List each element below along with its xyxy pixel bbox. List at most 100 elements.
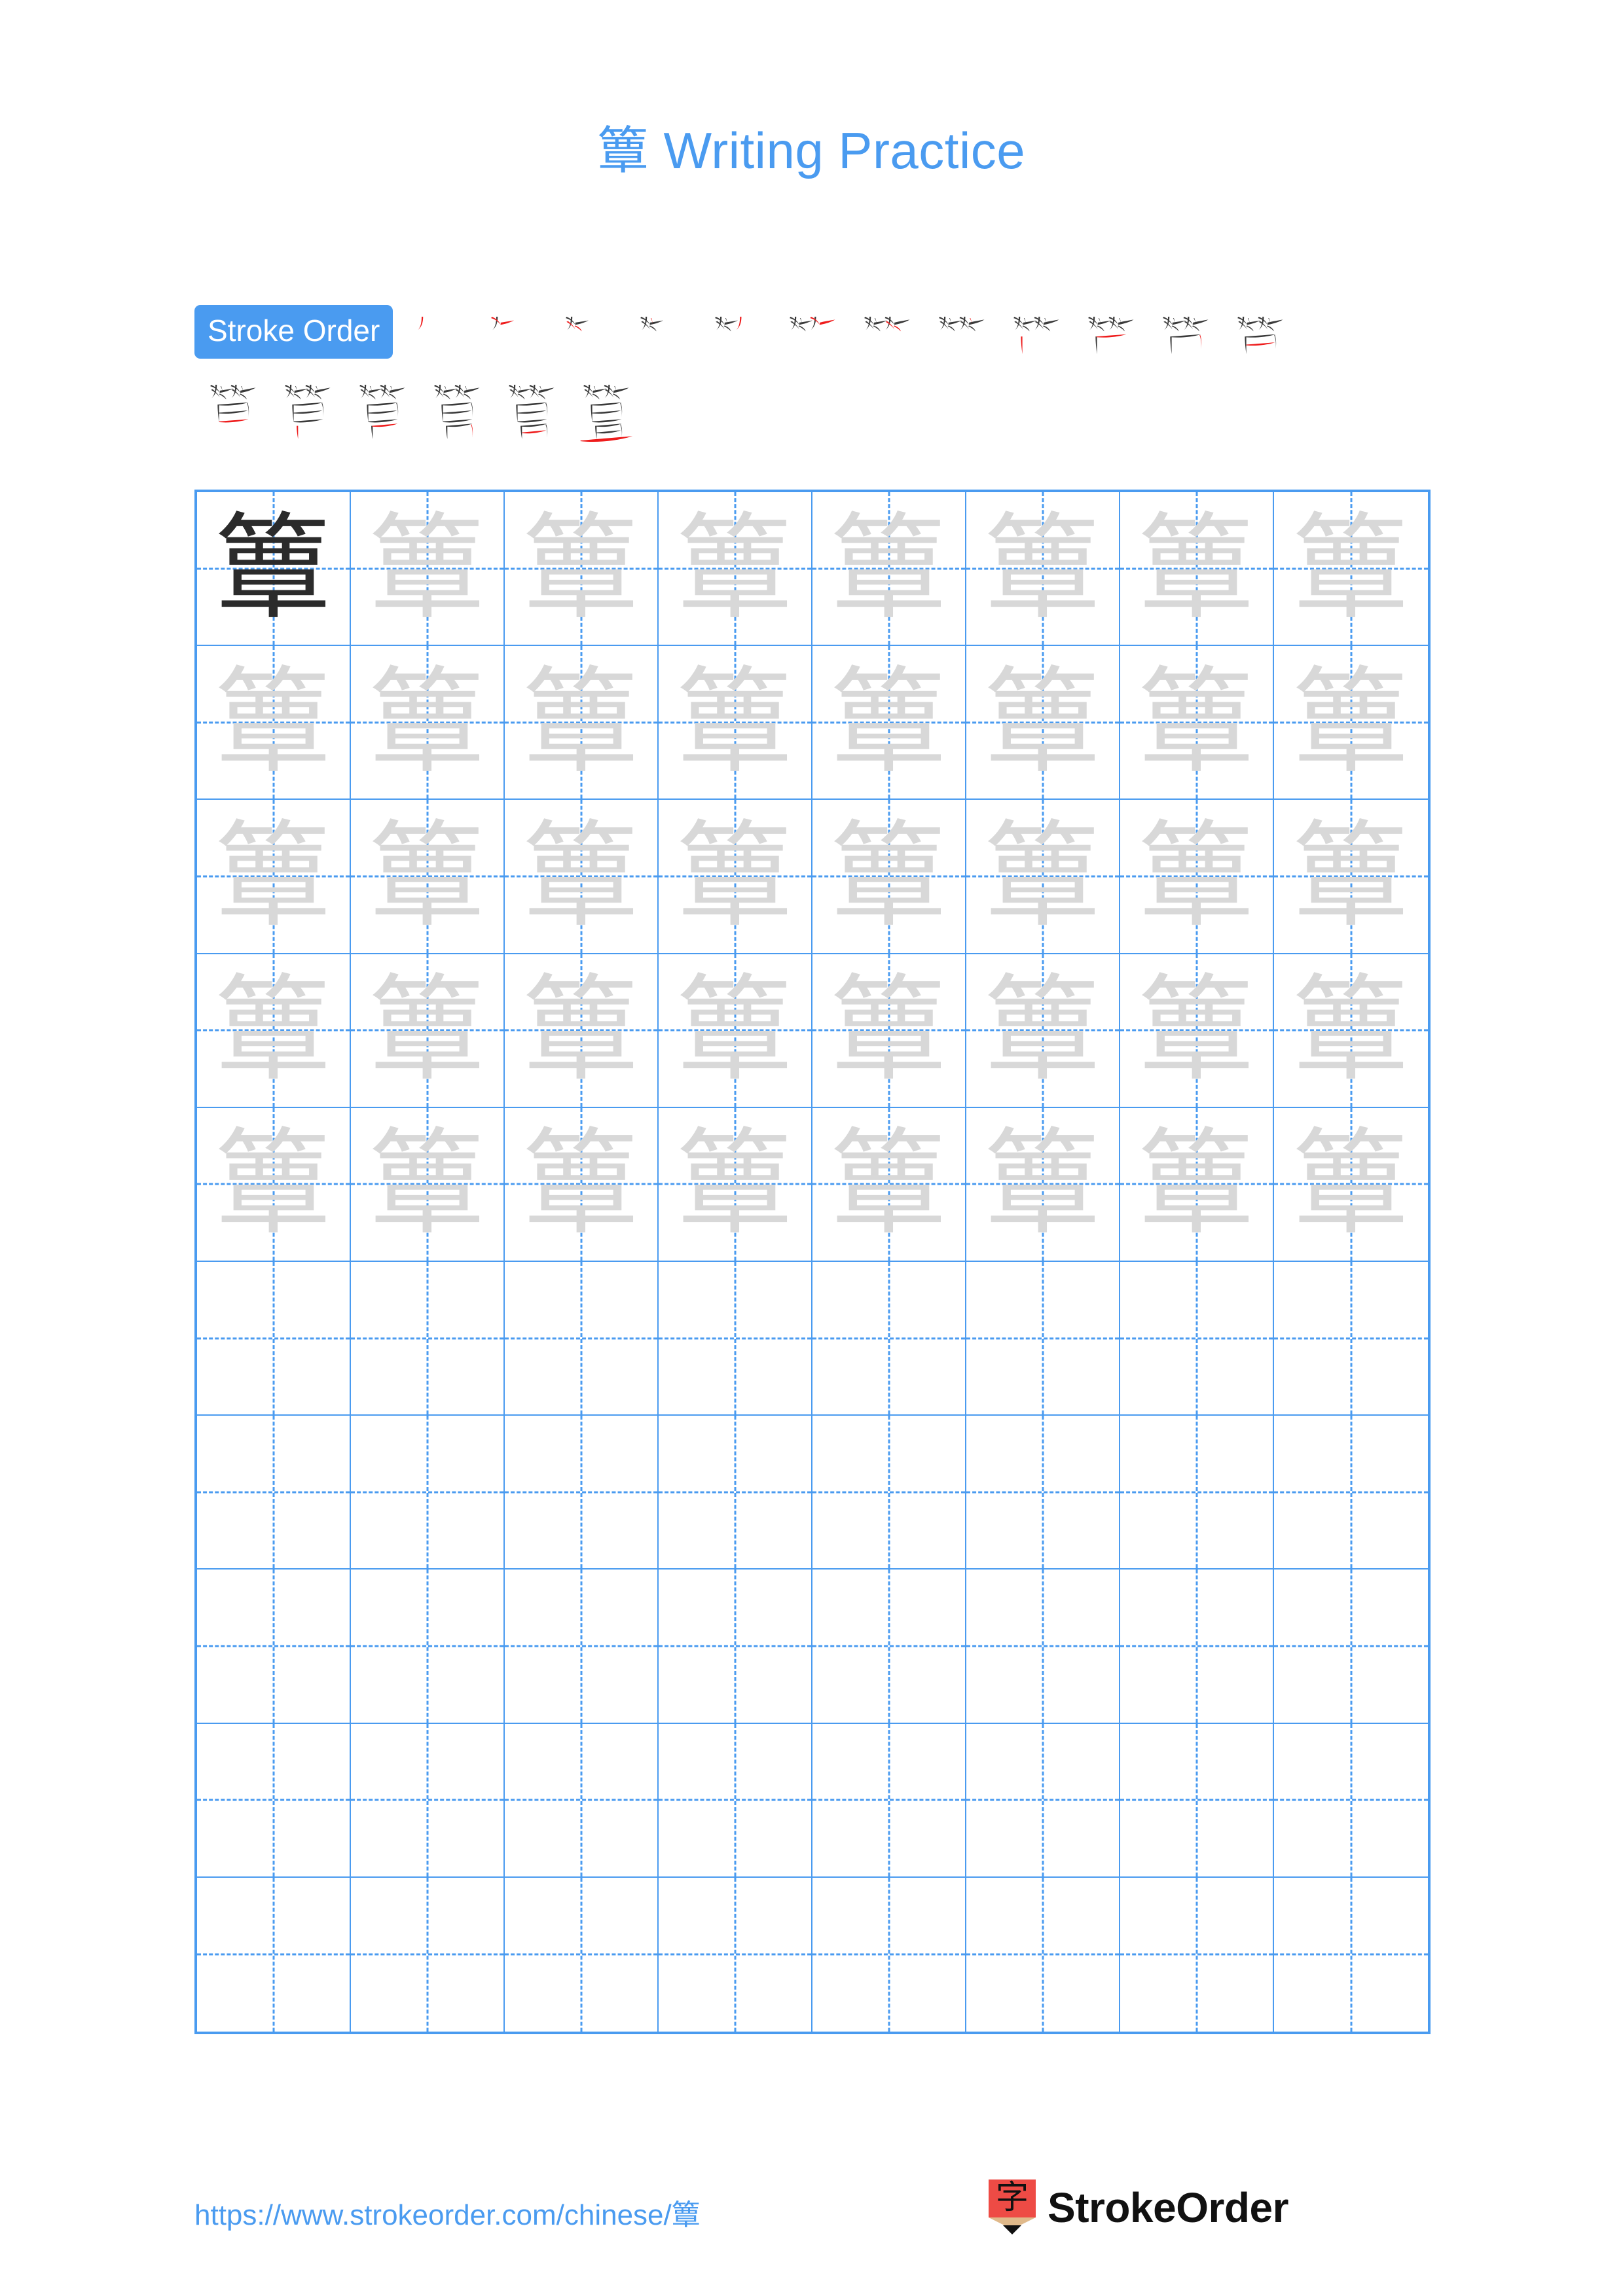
- practice-cell-r3-c5[interactable]: 簟: [812, 800, 966, 954]
- footer-logo[interactable]: 字 StrokeOrder: [989, 2178, 1288, 2236]
- practice-cell-r9-c8[interactable]: [1274, 1724, 1428, 1878]
- practice-cell-r10-c5[interactable]: [812, 1877, 966, 2032]
- practice-cell-r10-c8[interactable]: [1274, 1878, 1428, 2032]
- practice-cell-r7-c6[interactable]: [966, 1416, 1120, 1570]
- practice-cell-r6-c3[interactable]: [505, 1261, 659, 1416]
- practice-cell-r5-c1[interactable]: 簟: [197, 1107, 351, 1262]
- practice-cell-r4-c7[interactable]: 簟: [1120, 954, 1274, 1108]
- practice-cell-r2-c4[interactable]: 簟: [659, 646, 812, 800]
- practice-cell-r1-c7[interactable]: 簟: [1120, 492, 1274, 647]
- practice-cell-r10-c6[interactable]: [966, 1877, 1120, 2032]
- practice-cell-r6-c7[interactable]: [1120, 1261, 1274, 1416]
- practice-cell-r1-c6[interactable]: 簟: [966, 492, 1120, 647]
- practice-cell-r5-c8[interactable]: 簟: [1274, 1108, 1428, 1262]
- trace-character: 簟: [985, 963, 1101, 1098]
- practice-cell-r1-c2[interactable]: 簟: [351, 492, 505, 647]
- practice-cell-r3-c3[interactable]: 簟: [505, 800, 659, 954]
- stroke-step-2: [477, 305, 552, 378]
- practice-cell-r6-c2[interactable]: [351, 1261, 505, 1416]
- practice-cell-r4-c4[interactable]: 簟: [659, 954, 812, 1108]
- practice-cell-r2-c6[interactable]: 簟: [966, 646, 1120, 800]
- practice-cell-r7-c4[interactable]: [659, 1416, 812, 1570]
- practice-cell-r7-c1[interactable]: [197, 1416, 351, 1570]
- practice-cell-r2-c2[interactable]: 簟: [351, 646, 505, 800]
- practice-cell-r3-c6[interactable]: 簟: [966, 800, 1120, 954]
- practice-cell-r3-c4[interactable]: 簟: [659, 800, 812, 954]
- footer-url-link[interactable]: https://www.strokeorder.com/chinese/簟: [194, 2191, 701, 2233]
- practice-cell-r10-c3[interactable]: [505, 1877, 659, 2032]
- practice-cell-r6-c8[interactable]: [1274, 1262, 1428, 1416]
- page-title-character: 簟: [597, 122, 649, 181]
- stroke-step-18: [570, 373, 644, 446]
- practice-cell-r8-c7[interactable]: [1120, 1570, 1274, 1724]
- practice-cell-r7-c5[interactable]: [812, 1416, 966, 1570]
- practice-cell-r1-c5[interactable]: 簟: [812, 492, 966, 647]
- practice-cell-r2-c7[interactable]: 簟: [1120, 646, 1274, 800]
- practice-cell-r9-c4[interactable]: [659, 1723, 812, 1878]
- trace-character: 簟: [1139, 808, 1254, 943]
- practice-cell-r2-c8[interactable]: 簟: [1274, 646, 1428, 800]
- stroke-step-6: [776, 305, 850, 378]
- practice-cell-r10-c7[interactable]: [1120, 1877, 1274, 2032]
- practice-cell-r3-c8[interactable]: 簟: [1274, 800, 1428, 954]
- stroke-step-15: [346, 373, 420, 446]
- practice-cell-r4-c6[interactable]: 簟: [966, 954, 1120, 1108]
- practice-cell-r2-c5[interactable]: 簟: [812, 646, 966, 800]
- practice-cell-r2-c3[interactable]: 簟: [505, 646, 659, 800]
- practice-cell-r6-c4[interactable]: [659, 1261, 812, 1416]
- practice-cell-r5-c2[interactable]: 簟: [351, 1107, 505, 1262]
- practice-cell-r10-c1[interactable]: [197, 1877, 351, 2032]
- practice-cell-r8-c5[interactable]: [812, 1570, 966, 1724]
- practice-cell-r4-c5[interactable]: 簟: [812, 954, 966, 1108]
- practice-cell-r8-c8[interactable]: [1274, 1570, 1428, 1724]
- practice-cell-r4-c2[interactable]: 簟: [351, 954, 505, 1108]
- trace-character: 簟: [1139, 963, 1254, 1098]
- practice-cell-r10-c2[interactable]: [351, 1877, 505, 2032]
- practice-cell-r7-c8[interactable]: [1274, 1416, 1428, 1570]
- practice-cell-r9-c7[interactable]: [1120, 1723, 1274, 1878]
- practice-cell-r6-c6[interactable]: [966, 1261, 1120, 1416]
- practice-cell-r1-c8[interactable]: 簟: [1274, 492, 1428, 647]
- practice-cell-r9-c5[interactable]: [812, 1723, 966, 1878]
- trace-character: 簟: [831, 655, 947, 789]
- practice-cell-r6-c1[interactable]: [197, 1261, 351, 1416]
- practice-cell-r4-c8[interactable]: 簟: [1274, 954, 1428, 1108]
- trace-character: 簟: [1139, 1117, 1254, 1251]
- practice-cell-r5-c7[interactable]: 簟: [1120, 1107, 1274, 1262]
- practice-cell-r1-c1[interactable]: 簟: [197, 492, 351, 647]
- practice-cell-r3-c1[interactable]: 簟: [197, 800, 351, 954]
- practice-cell-r10-c4[interactable]: [659, 1877, 812, 2032]
- practice-cell-r9-c1[interactable]: [197, 1723, 351, 1878]
- stroke-step-9: [1000, 305, 1074, 378]
- practice-cell-r1-c3[interactable]: 簟: [505, 492, 659, 647]
- practice-cell-r7-c7[interactable]: [1120, 1416, 1274, 1570]
- trace-character: 簟: [677, 1117, 793, 1251]
- practice-cell-r9-c2[interactable]: [351, 1723, 505, 1878]
- stroke-step-1: [403, 305, 477, 378]
- trace-character: 簟: [1293, 655, 1409, 789]
- practice-cell-r9-c3[interactable]: [505, 1723, 659, 1878]
- trace-character: 簟: [831, 501, 947, 636]
- practice-cell-r5-c5[interactable]: 簟: [812, 1107, 966, 1262]
- practice-cell-r9-c6[interactable]: [966, 1723, 1120, 1878]
- practice-cell-r1-c4[interactable]: 簟: [659, 492, 812, 647]
- trace-character: 簟: [1139, 655, 1254, 789]
- practice-cell-r4-c3[interactable]: 簟: [505, 954, 659, 1108]
- practice-cell-r8-c1[interactable]: [197, 1570, 351, 1724]
- trace-character: 簟: [215, 1117, 331, 1251]
- practice-cell-r3-c2[interactable]: 簟: [351, 800, 505, 954]
- practice-cell-r6-c5[interactable]: [812, 1261, 966, 1416]
- practice-cell-r5-c6[interactable]: 簟: [966, 1107, 1120, 1262]
- practice-cell-r8-c4[interactable]: [659, 1570, 812, 1724]
- practice-cell-r8-c2[interactable]: [351, 1570, 505, 1724]
- practice-cell-r8-c6[interactable]: [966, 1570, 1120, 1724]
- practice-cell-r2-c1[interactable]: 簟: [197, 646, 351, 800]
- trace-character: 簟: [1139, 501, 1254, 636]
- practice-cell-r5-c3[interactable]: 簟: [505, 1107, 659, 1262]
- practice-cell-r8-c3[interactable]: [505, 1570, 659, 1724]
- practice-cell-r7-c2[interactable]: [351, 1416, 505, 1570]
- practice-cell-r7-c3[interactable]: [505, 1416, 659, 1570]
- practice-cell-r3-c7[interactable]: 簟: [1120, 800, 1274, 954]
- practice-cell-r5-c4[interactable]: 簟: [659, 1107, 812, 1262]
- practice-cell-r4-c1[interactable]: 簟: [197, 954, 351, 1108]
